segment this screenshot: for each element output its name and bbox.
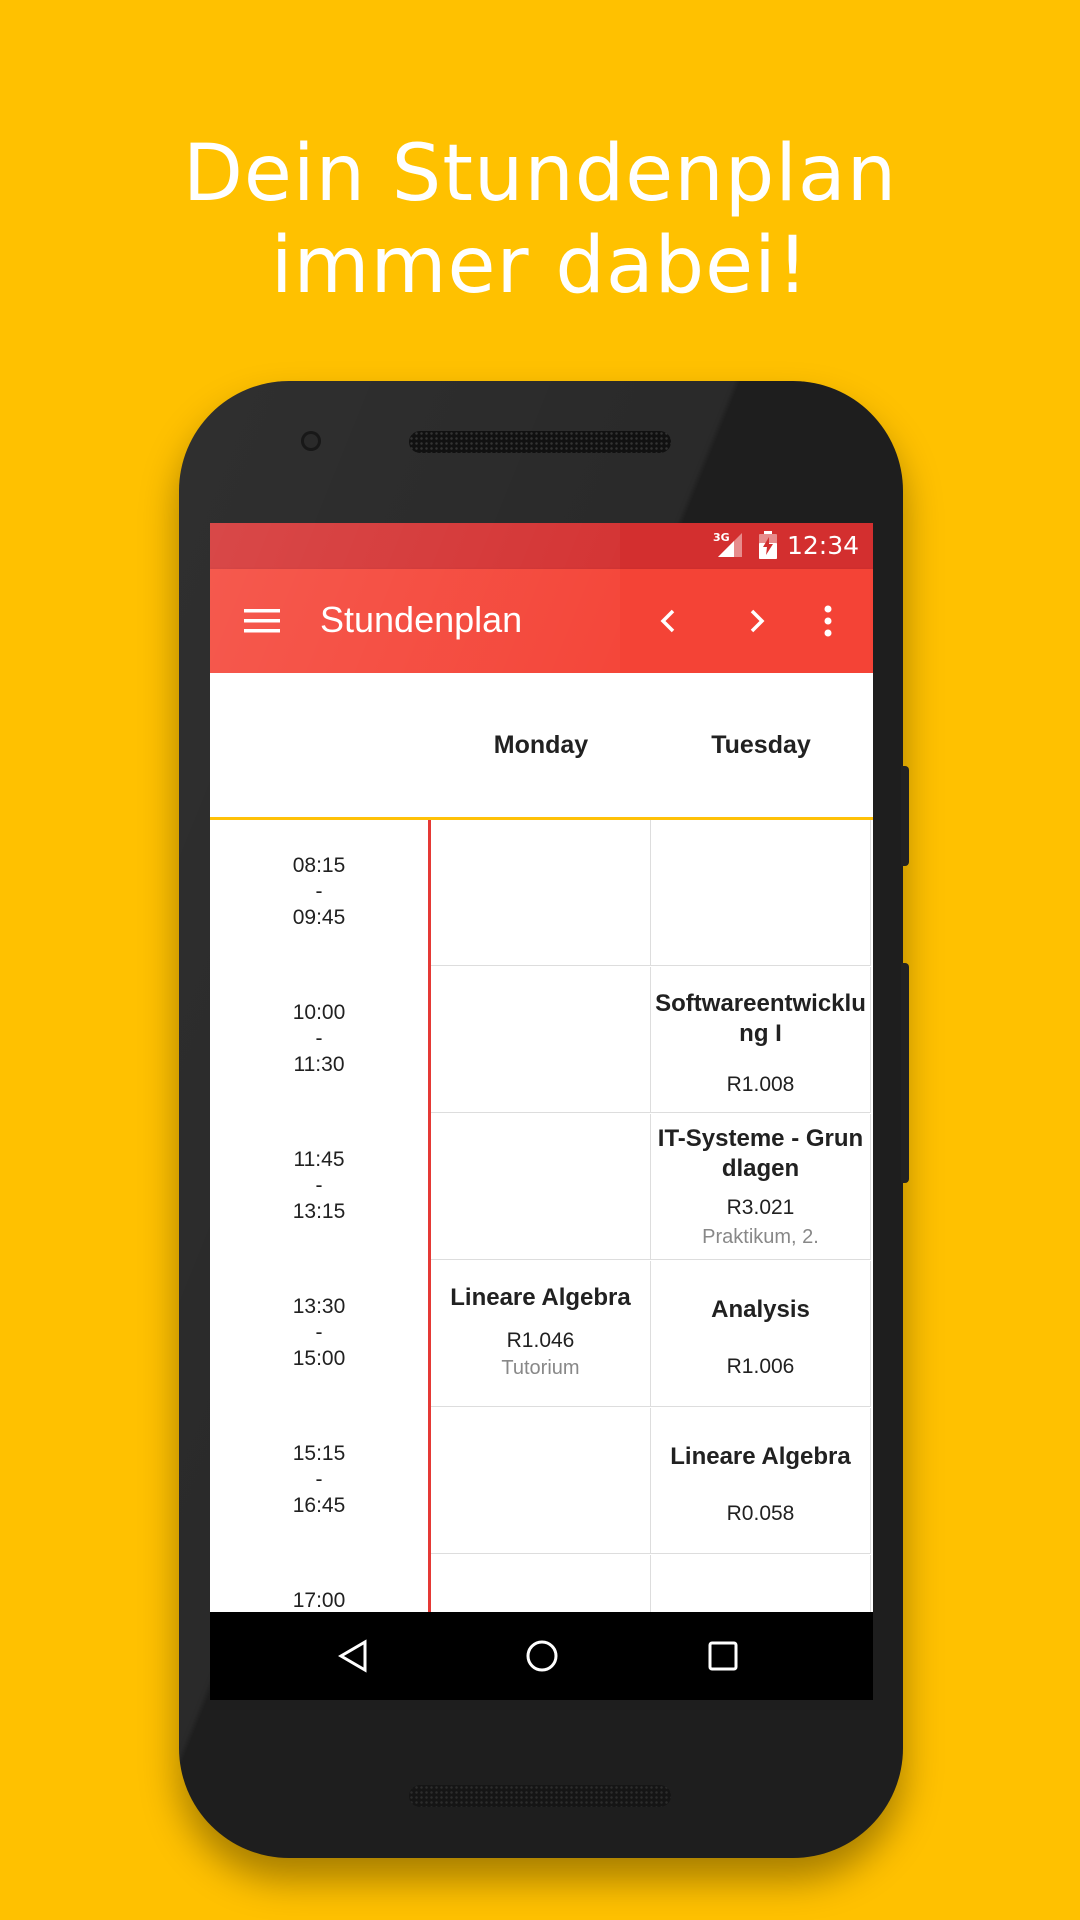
course-room: R0.058 (726, 1502, 795, 1525)
course-title: IT-Systeme - Grundlagen (657, 1125, 864, 1182)
headline-line-1: Dein Stundenplan (182, 129, 898, 219)
course-room: R1.008 (726, 1073, 795, 1096)
time-slot: 08:15-09:45 (292, 854, 346, 929)
time-slot: 10:00-11:30 (292, 1001, 346, 1076)
course-title: Analysis (711, 1296, 810, 1323)
course-title: Lineare Algebra (450, 1284, 631, 1311)
power-button (901, 766, 909, 866)
day-header-row: Monday Tuesday (210, 673, 873, 820)
app-title: Stundenplan (320, 599, 523, 640)
day-tuesday: Tuesday (711, 731, 811, 759)
timetable-grid: 08:15-09:45 10:00-11:30 11:45-13:15 13:3… (210, 820, 873, 1700)
front-camera (301, 431, 321, 451)
time-slot: 15:15-16:45 (292, 1442, 346, 1517)
course-card[interactable]: Lineare Algebra R0.058 (651, 1408, 871, 1554)
headline-line-2: immer dabei! (270, 221, 810, 311)
course-card[interactable]: Lineare Algebra R1.046 Tutorium (431, 1261, 651, 1407)
course-room: R3.021 (726, 1196, 795, 1219)
course-title: Lineare Algebra (670, 1443, 851, 1470)
course-type: Tutorium (501, 1357, 580, 1379)
cell-monday-slot-2[interactable] (431, 967, 651, 1113)
cell-tuesday-slot-1[interactable] (651, 820, 871, 966)
phone-screen: 3G 12:34 Stundenplan Monday Tuesday 08:1… (210, 523, 873, 1700)
app-bar: Stundenplan (210, 523, 873, 673)
time-slot: 11:45-13:15 (292, 1148, 346, 1223)
course-room: R1.006 (726, 1355, 795, 1378)
time-column: 08:15-09:45 10:00-11:30 11:45-13:15 13:3… (210, 820, 431, 1700)
top-speaker (409, 431, 671, 453)
battery-charging-icon (759, 531, 777, 559)
promo-headline: Dein Stundenplan immer dabei! (0, 128, 1080, 312)
status-time: 12:34 (786, 531, 859, 560)
course-card[interactable]: IT-Systeme - Grundlagen R3.021 Praktikum… (651, 1114, 871, 1260)
course-room: R1.046 (506, 1329, 575, 1352)
chevron-right-icon[interactable] (740, 605, 772, 637)
system-nav-bar (210, 1612, 873, 1700)
chevron-left-icon[interactable] (653, 605, 685, 637)
course-card[interactable]: Softwareentwicklung I R1.008 (651, 967, 871, 1113)
day-monday: Monday (493, 731, 589, 759)
menu-icon[interactable] (244, 607, 280, 635)
course-card[interactable]: Analysis R1.006 (651, 1261, 871, 1407)
volume-button (901, 963, 909, 1183)
time-slot: 13:30-15:00 (292, 1295, 346, 1370)
status-bar: 3G 12:34 (210, 523, 873, 569)
course-type: Praktikum, 2. (702, 1226, 819, 1248)
course-title: Softwareentwicklung I (655, 990, 866, 1047)
more-vert-icon[interactable] (822, 605, 834, 637)
home-icon[interactable] (525, 1639, 559, 1673)
cell-monday-slot-3[interactable] (431, 1114, 651, 1260)
time-slot: 17:00 (292, 1589, 346, 1612)
phone-frame: 3G 12:34 Stundenplan Monday Tuesday 08:1… (179, 381, 909, 1858)
cell-signal-icon (718, 533, 742, 557)
cell-monday-slot-1[interactable] (431, 820, 651, 966)
bottom-speaker (409, 1785, 671, 1807)
cell-monday-slot-5[interactable] (431, 1408, 651, 1554)
back-icon[interactable] (337, 1639, 371, 1673)
recent-apps-icon[interactable] (707, 1640, 739, 1672)
